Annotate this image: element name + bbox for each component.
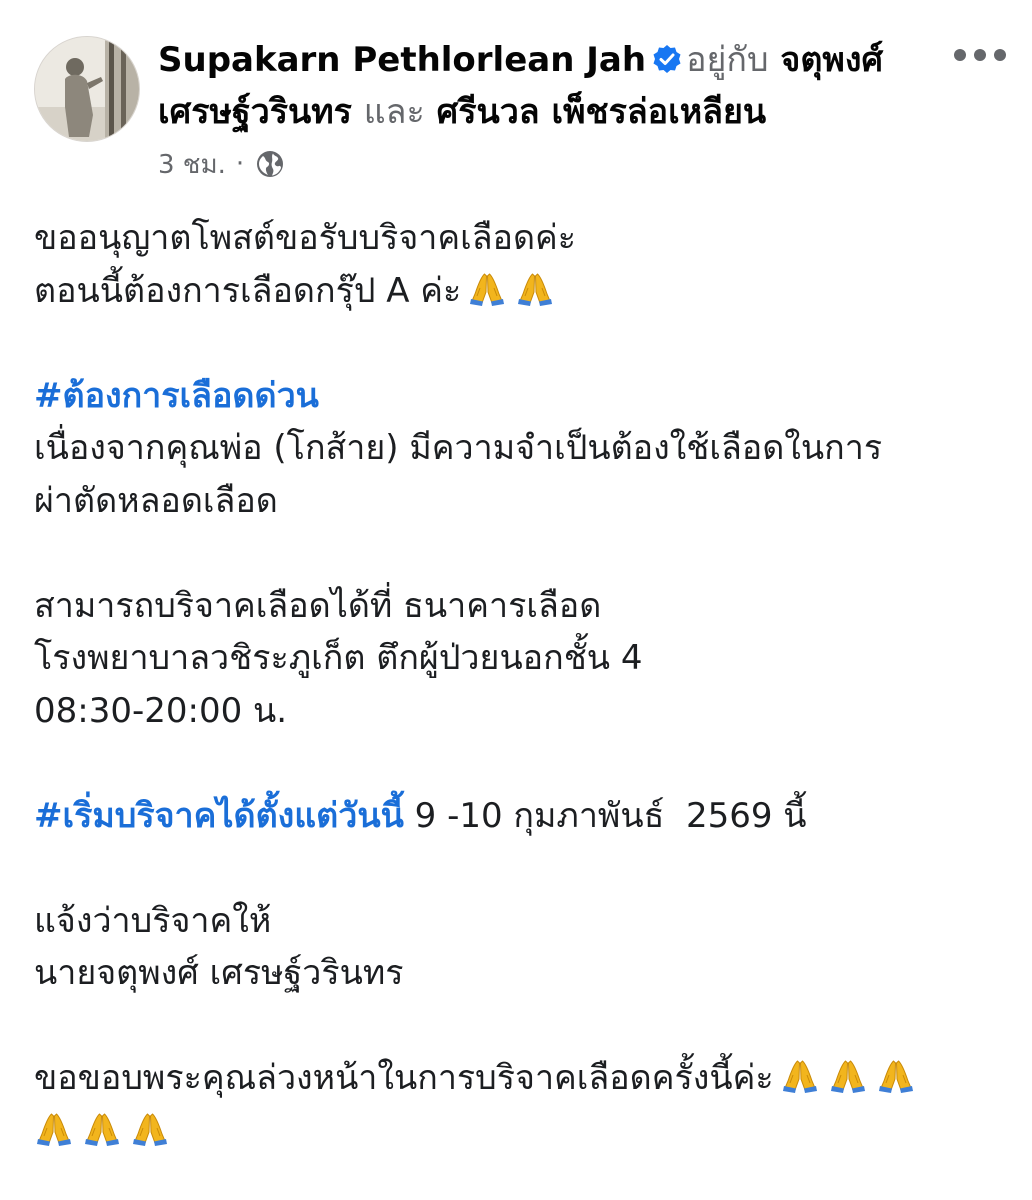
tagged-person-1-last: เศรษฐ์วรินทร — [158, 92, 352, 132]
post-text: เนื่องจากคุณพ่อ (โกส้าย) มีความจำเป็นต้อ… — [34, 428, 883, 468]
post-text: ขออนุญาตโพสต์ขอรับบริจาคเลือดค่ะ — [34, 218, 577, 258]
post-text: 08:30-20:00 น. — [34, 690, 288, 731]
verified-badge-icon — [653, 45, 681, 73]
folded-hands-emoji — [828, 1055, 868, 1095]
post-text: สามารถบริจาคเลือดได้ที่ ธนาคารเลือด — [34, 585, 602, 626]
folded-hands-emoji — [876, 1055, 916, 1095]
post-body: ขออนุญาตโพสต์ขอรับบริจาคเลือดค่ะ ตอนนี้ต… — [34, 212, 1004, 1157]
and-text: และ — [363, 92, 425, 132]
post-line: ผ่าตัดหลอดเลือด — [34, 475, 1004, 528]
post-text: โรงพยาบาลวชิระภูเก็ต ตึกผู้ป่วยนอกชั้น 4 — [34, 638, 643, 678]
post-line: โรงพยาบาลวชิระภูเก็ต ตึกผู้ป่วยนอกชั้น 4 — [34, 632, 1004, 685]
post-line: #เริ่มบริจาคได้ตั้งแต่วันนี้ 9 -10 กุมภา… — [34, 790, 1004, 843]
post-header: Supakarn Pethlorlean Jah อยู่กับ จตุพงศ์… — [158, 34, 938, 138]
globe-icon[interactable] — [256, 150, 284, 178]
post-text: 9 -10 กุมภาพันธ์ 2569 นี้ — [403, 795, 807, 836]
more-dot — [974, 49, 986, 61]
folded-hands-emoji — [82, 1108, 122, 1148]
post-line: เนื่องจากคุณพ่อ (โกส้าย) มีความจำเป็นต้อ… — [34, 422, 1004, 475]
emoji-line — [34, 1105, 1004, 1158]
hashtag-link[interactable]: #ต้องการเลือดด่วน — [34, 376, 319, 416]
post-line: #ต้องการเลือดด่วน — [34, 370, 1004, 423]
post-text: ขอขอบพระคุณล่วงหน้าในการบริจาคเลือดครั้ง… — [34, 1058, 774, 1098]
folded-hands-emoji — [515, 268, 555, 308]
with-text: อยู่กับ — [686, 40, 769, 80]
post-text: แจ้งว่าบริจาคให้ — [34, 900, 272, 941]
folded-hands-emoji — [467, 268, 507, 308]
tagged-person-1-first: จตุพงศ์ — [780, 40, 884, 80]
more-dot — [954, 49, 966, 61]
folded-hands-emoji — [780, 1055, 820, 1095]
post-line: 08:30-20:00 น. — [34, 685, 1004, 738]
post-text: ผ่าตัดหลอดเลือด — [34, 480, 278, 521]
post-line: นายจตุพงศ์ เศรษฐ์วรินทร — [34, 947, 1004, 1000]
more-dot — [994, 49, 1006, 61]
author-name[interactable]: Supakarn Pethlorlean Jah — [158, 40, 646, 80]
post-line: ตอนนี้ต้องการเลือดกรุ๊ป A ค่ะ — [34, 265, 1004, 318]
meta-separator: · — [235, 149, 245, 179]
hashtag-link[interactable]: #เริ่มบริจาคได้ตั้งแต่วันนี้ — [34, 796, 404, 836]
post-line: สามารถบริจาคเลือดได้ที่ ธนาคารเลือด — [34, 580, 1004, 633]
facebook-post: Supakarn Pethlorlean Jah อยู่กับ จตุพงศ์… — [0, 0, 1032, 1200]
more-options-icon[interactable] — [954, 40, 1006, 70]
post-text: ตอนนี้ต้องการเลือดกรุ๊ป A ค่ะ — [34, 270, 462, 311]
avatar[interactable] — [34, 36, 140, 142]
post-time[interactable]: 3 ชม. — [158, 144, 226, 185]
folded-hands-emoji — [130, 1108, 170, 1148]
post-line: แจ้งว่าบริจาคให้ — [34, 895, 1004, 948]
folded-hands-emoji — [34, 1108, 74, 1148]
post-line: ขออนุญาตโพสต์ขอรับบริจาคเลือดค่ะ — [34, 212, 1004, 265]
post-line: ขอขอบพระคุณล่วงหน้าในการบริจาคเลือดครั้ง… — [34, 1052, 1004, 1105]
tagged-person-2[interactable]: ศรีนวล เพ็ชรล่อเหลียน — [437, 92, 767, 132]
post-text: นายจตุพงศ์ เศรษฐ์วรินทร — [34, 953, 404, 993]
post-meta: 3 ชม. · — [158, 144, 284, 184]
